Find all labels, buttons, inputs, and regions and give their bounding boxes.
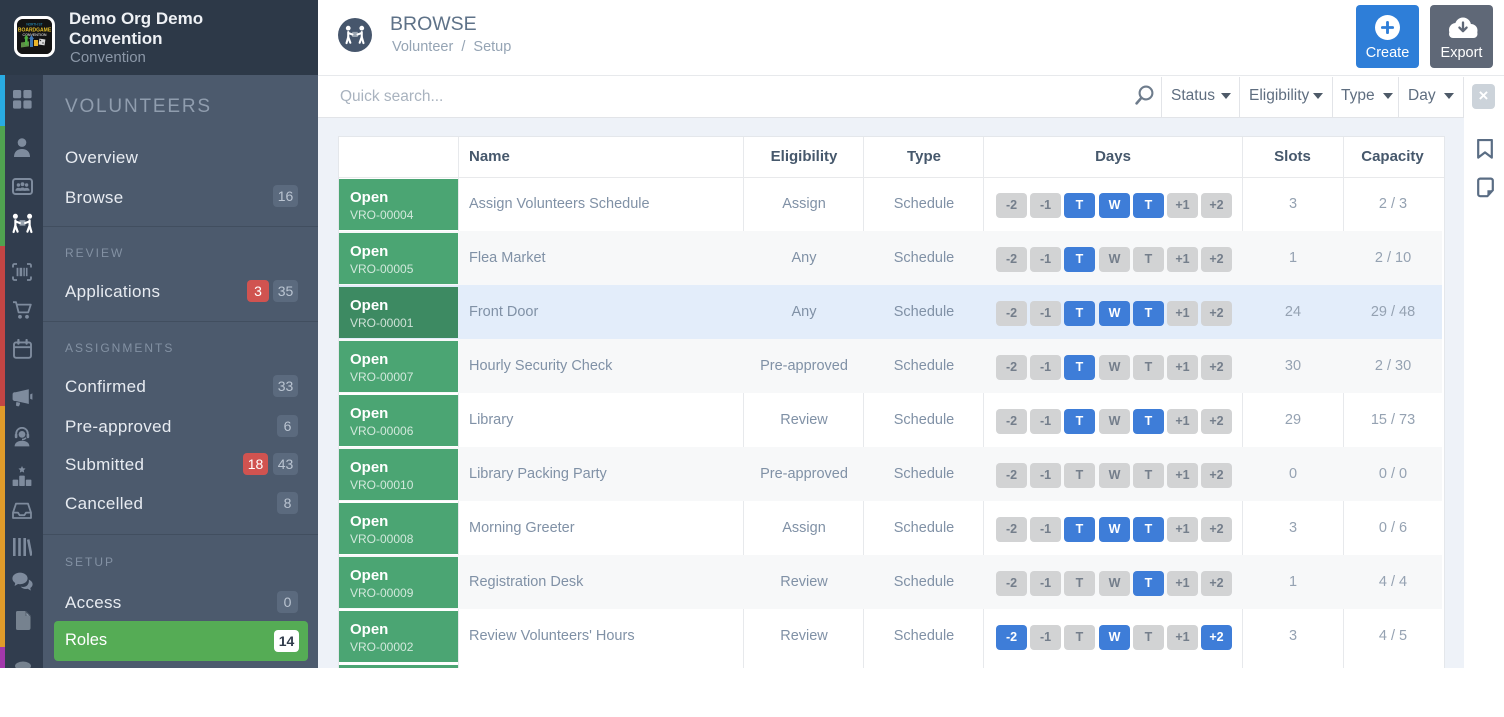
svg-text:NORTH ST: NORTH ST	[26, 23, 42, 27]
